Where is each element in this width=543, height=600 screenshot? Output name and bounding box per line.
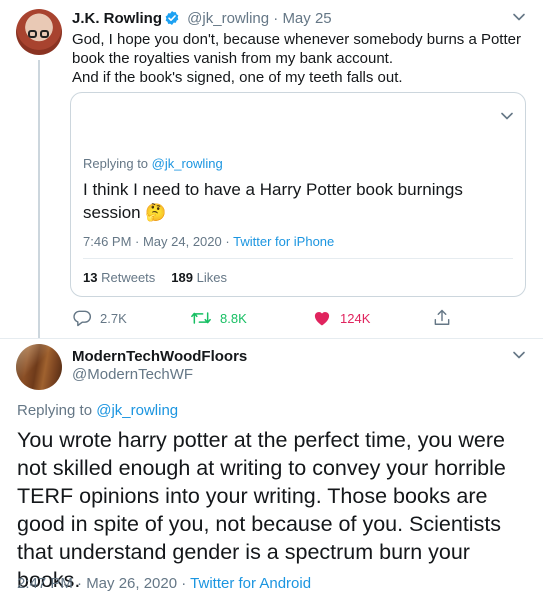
reply-button[interactable]: 2.7K	[72, 306, 127, 330]
author-name[interactable]: J.K. Rowling	[72, 10, 162, 27]
tweet-jk-rowling[interactable]: J.K. Rowling @jk_rowling · May 25 God, I…	[0, 0, 543, 340]
retweets-count: 13	[83, 270, 98, 285]
share-icon	[432, 308, 452, 328]
tweet-text-line: And if the book's signed, one of my teet…	[72, 69, 403, 86]
quoted-text: I think I need to have a Harry Potter bo…	[83, 180, 463, 222]
mention-link[interactable]: @jk_rowling	[96, 402, 178, 419]
tweet-moderntechwoodfloors[interactable]: ModernTechWoodFloors @ModernTechWF Reply…	[0, 338, 543, 600]
tweet-header: J.K. Rowling @jk_rowling · May 25	[72, 10, 332, 30]
reply-icon	[72, 308, 92, 328]
tweet-text: God, I hope you don't, because whenever …	[72, 30, 532, 87]
timestamp[interactable]: 2:47 PM · May 26, 2020	[17, 575, 177, 592]
quoted-tweet-card[interactable]: Replying to @jk_rowling I think I need t…	[70, 92, 526, 297]
like-count: 124K	[340, 310, 371, 326]
separator-dot: ·	[225, 234, 230, 249]
retweets-stat[interactable]: 13 Retweets	[83, 270, 155, 285]
reply-count: 2.7K	[100, 310, 127, 326]
likes-stat[interactable]: 189 Likes	[171, 270, 227, 285]
source-link[interactable]: Twitter for iPhone	[233, 234, 334, 249]
glasses-graphic	[28, 30, 50, 38]
replying-to-label: Replying to	[83, 156, 149, 171]
chevron-down-icon[interactable]	[512, 12, 526, 22]
author-name[interactable]: ModernTechWoodFloors	[72, 348, 247, 365]
separator-dot: ·	[273, 10, 279, 27]
replying-to: Replying to @jk_rowling	[83, 156, 223, 171]
chevron-down-icon[interactable]	[500, 111, 514, 121]
likes-count: 189	[171, 270, 193, 285]
heart-icon	[312, 308, 332, 328]
share-button[interactable]	[432, 306, 452, 330]
thread-line	[38, 60, 40, 338]
quoted-timestamp: 7:46 PM · May 24, 2020 · Twitter for iPh…	[83, 234, 334, 249]
thinking-face-emoji: 🤔	[145, 203, 167, 222]
timestamp[interactable]: 7:46 PM · May 24, 2020	[83, 234, 222, 249]
tweet-actions: 2.7K 8.8K 124K	[72, 306, 532, 330]
source-link[interactable]: Twitter for Android	[190, 575, 311, 592]
retweet-icon	[190, 308, 212, 328]
quoted-tweet-text: I think I need to have a Harry Potter bo…	[83, 178, 503, 224]
replying-to-label: Replying to	[17, 402, 93, 419]
tweet-timestamp: 2:47 PM · May 26, 2020 · Twitter for And…	[17, 575, 311, 592]
mention-link[interactable]: @jk_rowling	[152, 156, 223, 171]
replying-to: Replying to @jk_rowling	[17, 402, 178, 419]
retweets-label: Retweets	[101, 270, 156, 285]
tweet-date[interactable]: May 25	[282, 10, 331, 27]
chevron-down-icon[interactable]	[512, 350, 526, 360]
retweet-button[interactable]: 8.8K	[190, 306, 247, 330]
avatar[interactable]	[16, 9, 62, 55]
author-handle[interactable]: @ModernTechWF	[72, 366, 193, 383]
likes-label: Likes	[196, 270, 227, 285]
retweet-count: 8.8K	[220, 310, 247, 326]
tweet-text-line: God, I hope you don't, because whenever …	[72, 31, 521, 67]
quoted-stats: 13 Retweets 189 Likes	[83, 270, 227, 285]
divider	[83, 258, 513, 259]
tweet-text: You wrote harry potter at the perfect ti…	[17, 428, 506, 592]
separator-dot: ·	[181, 575, 187, 592]
like-button[interactable]: 124K	[312, 306, 370, 330]
avatar[interactable]	[16, 344, 62, 390]
verified-badge-icon	[164, 10, 180, 30]
author-handle[interactable]: @jk_rowling	[187, 10, 269, 27]
